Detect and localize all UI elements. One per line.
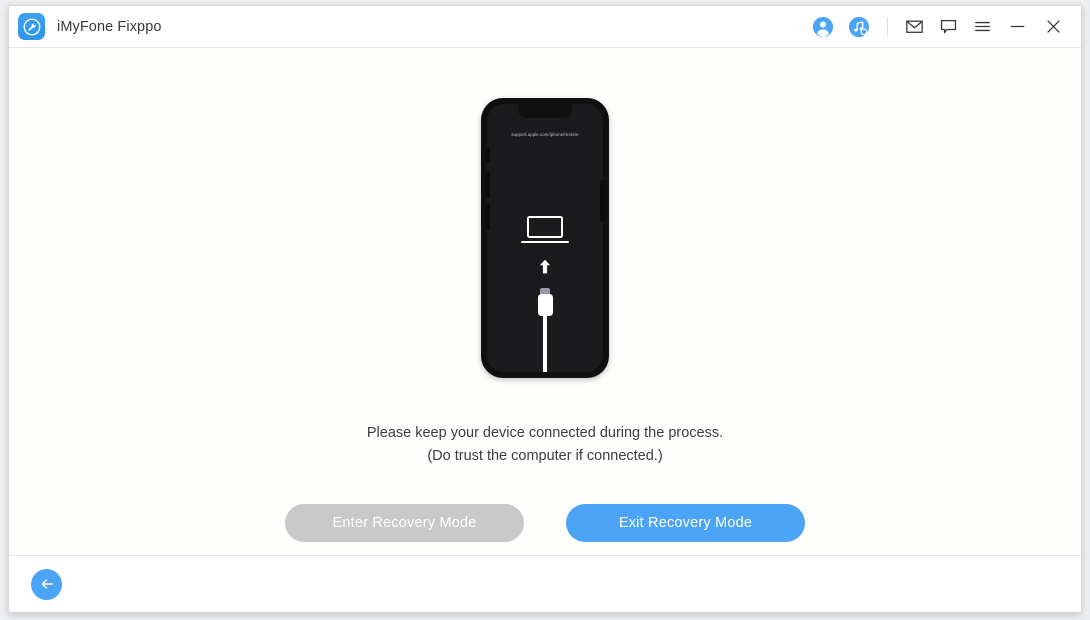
mail-icon[interactable] [897, 11, 931, 43]
instruction-line-2: (Do trust the computer if connected.) [427, 448, 663, 464]
phone-body: support.apple.com/iphone/restore [481, 98, 609, 378]
recovery-url-text: support.apple.com/iphone/restore [511, 132, 579, 137]
back-arrow-icon[interactable] [31, 568, 62, 600]
app-title: iMyFone Fixppo [57, 18, 162, 35]
laptop-base-shape [521, 240, 569, 243]
wrench-logo-icon [18, 13, 45, 40]
title-bar: iMyFone Fixppo [9, 6, 1081, 48]
exit-recovery-mode-button[interactable]: Exit Recovery Mode [566, 504, 805, 542]
phone-power-button [600, 180, 604, 222]
laptop-screen-shape [527, 216, 563, 238]
music-search-icon[interactable] [844, 12, 874, 42]
menu-icon[interactable] [965, 11, 999, 43]
instruction-line-1: Please keep your device connected during… [366, 425, 724, 441]
footer-bar [9, 556, 1081, 612]
titlebar-separator [887, 17, 888, 36]
up-arrow-icon [539, 259, 552, 274]
lightning-cable-icon [537, 288, 553, 372]
screenshot-root: iMyFone Fixppo support.apple.com/iphone/… [0, 0, 1090, 620]
account-icon[interactable] [808, 12, 838, 42]
iphone-illustration: support.apple.com/iphone/restore [473, 98, 617, 378]
feedback-icon[interactable] [931, 11, 965, 43]
cable-wire [543, 316, 547, 372]
main-content: support.apple.com/iphone/restore Please … [9, 48, 1081, 556]
app-window: iMyFone Fixppo support.apple.com/iphone/… [8, 5, 1082, 613]
cable-connector [537, 294, 553, 316]
phone-volume-up-button [486, 172, 490, 198]
laptop-icon [521, 216, 569, 243]
instruction-message: Please keep your device connected during… [367, 422, 723, 468]
phone-volume-down-button [486, 204, 490, 230]
phone-screen: support.apple.com/iphone/restore [487, 104, 603, 372]
phone-notch [518, 104, 572, 118]
action-button-row: Enter Recovery Mode Exit Recovery Mode [285, 504, 805, 542]
titlebar-actions [805, 6, 1071, 47]
enter-recovery-mode-button[interactable]: Enter Recovery Mode [285, 504, 524, 542]
minimize-icon[interactable] [999, 11, 1035, 43]
phone-silent-switch [486, 148, 490, 162]
close-icon[interactable] [1035, 11, 1071, 43]
